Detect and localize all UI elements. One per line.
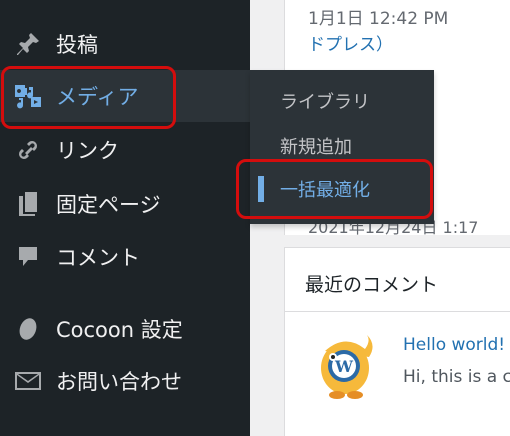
sidebar-item-label: リンク	[56, 139, 119, 163]
comment-post-link[interactable]: Hello world!	[403, 335, 505, 355]
sidebar-item-label: Cocoon 設定	[56, 318, 183, 342]
activity-link[interactable]: ドプレス）	[308, 30, 393, 55]
cocoon-icon	[13, 314, 43, 344]
sidebar-item-label: コメント	[56, 246, 140, 270]
sidebar-item-contact[interactable]: お問い合わせ	[0, 355, 250, 407]
comment-excerpt: Hi, this is a c	[403, 367, 510, 387]
link-icon	[13, 135, 43, 165]
highlight-box-bulk-optimize	[236, 159, 433, 219]
submenu-item-label: ライブラリ	[280, 92, 370, 113]
pushpin-icon	[13, 29, 43, 59]
submenu-item-label: 新規追加	[280, 137, 352, 158]
sidebar-item-links[interactable]: リンク	[0, 124, 250, 176]
pages-icon	[13, 189, 43, 219]
commenter-avatar: W	[315, 331, 375, 401]
divider	[285, 311, 510, 312]
comment-bubble-icon	[13, 242, 43, 272]
submenu-pointer	[238, 86, 250, 106]
sidebar-item-label: 投稿	[56, 33, 98, 57]
sidebar-item-pages[interactable]: 固定ページ	[0, 178, 250, 230]
sidebar-item-posts[interactable]: 投稿	[0, 18, 250, 70]
activity-date: 1月1日 12:42 PM	[308, 9, 449, 29]
sidebar-item-cocoon-settings[interactable]: Cocoon 設定	[0, 303, 250, 355]
sidebar-item-label: お問い合わせ	[56, 370, 182, 394]
svg-text:W: W	[334, 357, 354, 376]
recent-comments-title: 最近のコメント	[305, 274, 439, 296]
sidebar-item-comments[interactable]: コメント	[0, 231, 250, 283]
submenu-item-library[interactable]: ライブラリ	[250, 80, 434, 122]
envelope-icon	[13, 366, 43, 396]
highlight-box-media	[1, 66, 176, 129]
recent-comments-card: 最近のコメント W Hello world! Hi, this is a c	[284, 247, 510, 436]
sidebar-item-label: 固定ページ	[56, 193, 161, 217]
